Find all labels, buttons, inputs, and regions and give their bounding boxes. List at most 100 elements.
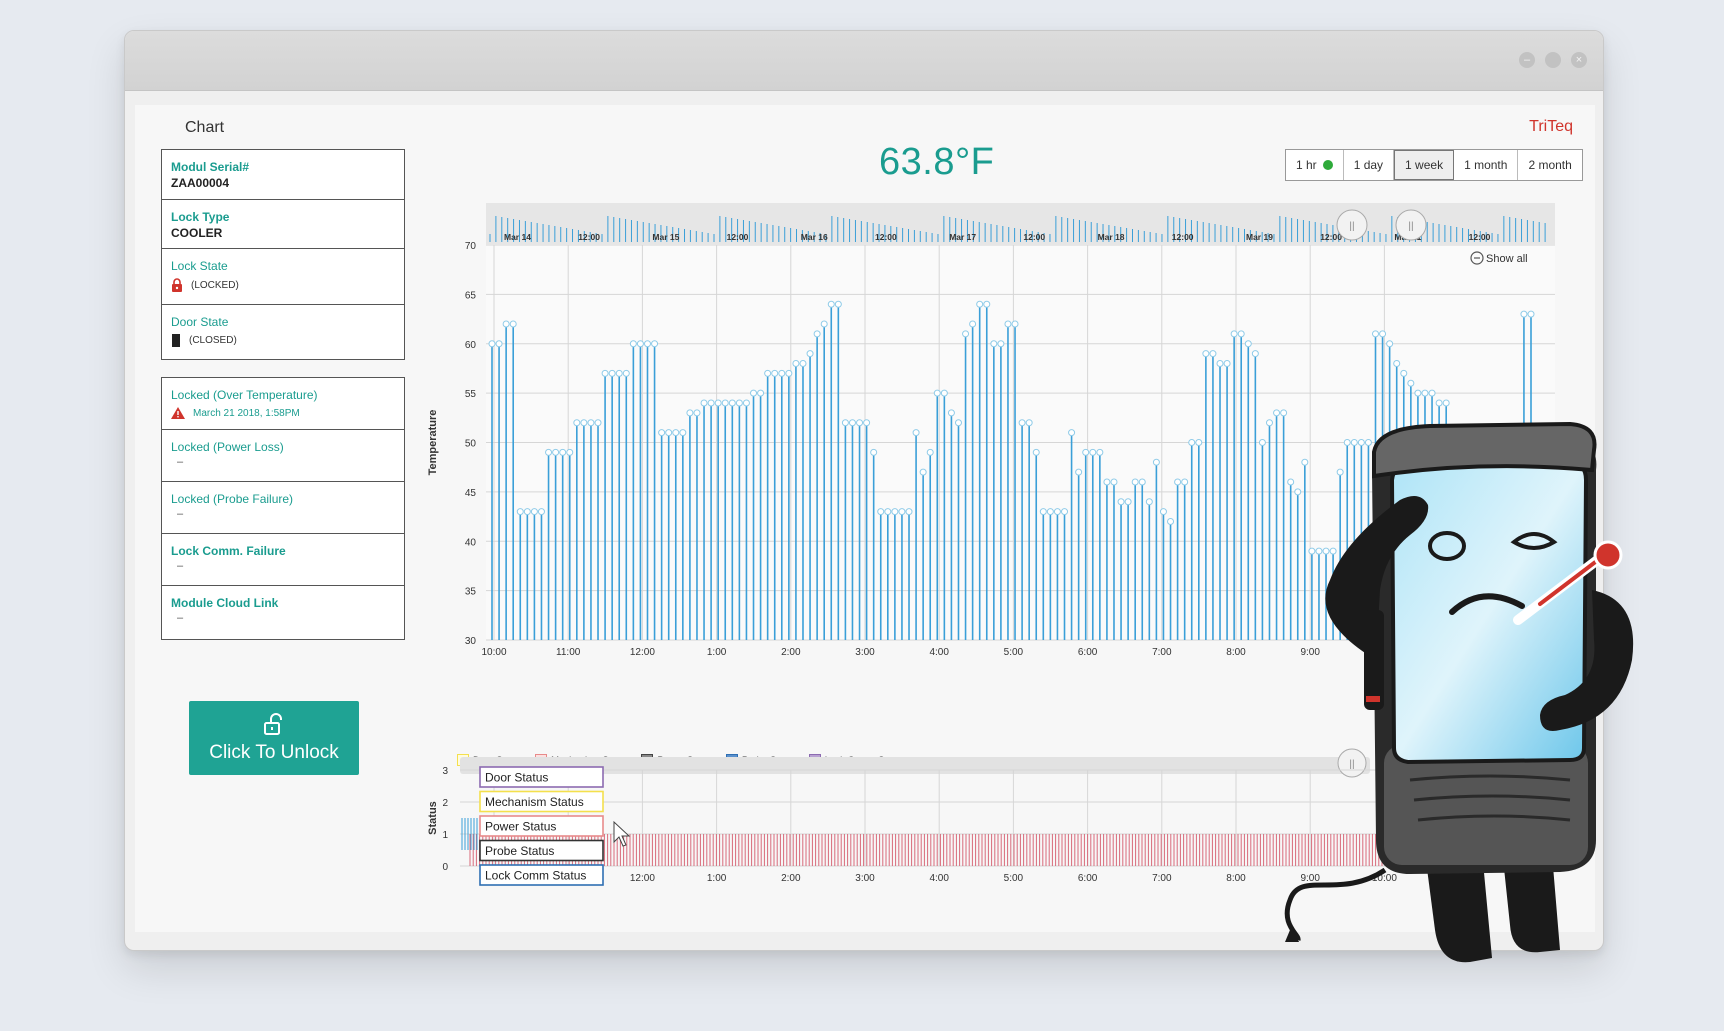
temperature-point[interactable]: [728, 399, 736, 407]
temperature-point[interactable]: [1209, 350, 1217, 358]
temperature-point[interactable]: [1075, 468, 1083, 476]
temperature-point[interactable]: [1301, 458, 1309, 466]
temperature-point[interactable]: [1138, 478, 1146, 486]
temperature-point[interactable]: [750, 389, 758, 397]
temperature-point[interactable]: [757, 389, 765, 397]
temperature-point[interactable]: [997, 340, 1005, 348]
temperature-point[interactable]: [891, 508, 899, 516]
temperature-point[interactable]: [1018, 419, 1026, 427]
temperature-point[interactable]: [672, 429, 680, 437]
temperature-point[interactable]: [1244, 340, 1252, 348]
temperature-point[interactable]: [827, 300, 835, 308]
temperature-point[interactable]: [1442, 399, 1450, 407]
temperature-point[interactable]: [1350, 439, 1358, 446]
temperature-point[interactable]: [785, 369, 793, 377]
temperature-point[interactable]: [884, 508, 892, 516]
temperature-point[interactable]: [1152, 458, 1160, 466]
temperature-point[interactable]: [1202, 350, 1210, 358]
temperature-point[interactable]: [679, 429, 687, 437]
temperature-point[interactable]: [841, 419, 849, 427]
temperature-point[interactable]: [1159, 508, 1167, 516]
temperature-point[interactable]: [919, 468, 927, 476]
temperature-point[interactable]: [1379, 330, 1387, 338]
temperature-point[interactable]: [813, 330, 821, 338]
temperature-point[interactable]: [898, 508, 906, 516]
temperature-point[interactable]: [877, 508, 885, 516]
temperature-point[interactable]: [594, 419, 602, 427]
temperature-point[interactable]: [580, 419, 588, 427]
temperature-point[interactable]: [559, 448, 567, 456]
temperature-point[interactable]: [792, 360, 800, 367]
temperature-point[interactable]: [488, 340, 496, 348]
temperature-point[interactable]: [926, 448, 934, 456]
temperature-point[interactable]: [1520, 310, 1528, 318]
temperature-point[interactable]: [658, 429, 666, 437]
temperature-point[interactable]: [1110, 478, 1118, 486]
temperature-point[interactable]: [1181, 478, 1189, 486]
temperature-point[interactable]: [573, 419, 581, 427]
temperature-point[interactable]: [1372, 330, 1380, 338]
temperature-point[interactable]: [707, 399, 715, 407]
temperature-point[interactable]: [1025, 419, 1033, 427]
temperature-point[interactable]: [721, 399, 729, 407]
temperature-point[interactable]: [700, 399, 708, 407]
temperature-point[interactable]: [1167, 518, 1175, 525]
temperature-point[interactable]: [1032, 448, 1040, 456]
temperature-point[interactable]: [1046, 508, 1054, 516]
temperature-point[interactable]: [1223, 360, 1231, 367]
temperature-point[interactable]: [742, 399, 750, 407]
temperature-point[interactable]: [1421, 389, 1429, 397]
temperature-point[interactable]: [848, 419, 856, 427]
temperature-point[interactable]: [1343, 439, 1351, 446]
temperature-point[interactable]: [969, 320, 977, 328]
temperature-point[interactable]: [1386, 340, 1394, 348]
temperature-point[interactable]: [601, 369, 609, 377]
temperature-point[interactable]: [834, 300, 842, 308]
temperature-point[interactable]: [1195, 439, 1203, 446]
temperature-point[interactable]: [1400, 369, 1408, 377]
temperature-point[interactable]: [1336, 468, 1344, 476]
temperature-point[interactable]: [523, 508, 531, 516]
temperature-point[interactable]: [1364, 439, 1372, 446]
temperature-point[interactable]: [714, 399, 722, 407]
temperature-point[interactable]: [962, 330, 970, 338]
temperature-point[interactable]: [552, 448, 560, 456]
temperature-point[interactable]: [636, 340, 644, 348]
temperature-point[interactable]: [1082, 448, 1090, 456]
temperature-point[interactable]: [1435, 399, 1443, 407]
temperature-point[interactable]: [905, 508, 913, 516]
temperature-point[interactable]: [643, 340, 651, 348]
temperature-point[interactable]: [1393, 360, 1401, 367]
temperature-point[interactable]: [1188, 439, 1196, 446]
temperature-point[interactable]: [545, 448, 553, 456]
temperature-point[interactable]: [1357, 439, 1365, 446]
temperature-point[interactable]: [537, 508, 545, 516]
temperature-point[interactable]: [976, 300, 984, 308]
temperature-point[interactable]: [1407, 379, 1415, 387]
temperature-point[interactable]: [856, 419, 864, 427]
temperature-point[interactable]: [990, 340, 998, 348]
temperature-point[interactable]: [912, 429, 920, 437]
temperature-point[interactable]: [1145, 498, 1153, 506]
temperature-point[interactable]: [509, 320, 517, 328]
temperature-point[interactable]: [516, 508, 524, 516]
temperature-point[interactable]: [693, 409, 701, 417]
temperature-point[interactable]: [947, 409, 955, 417]
temperature-point[interactable]: [1103, 478, 1111, 486]
temperature-point[interactable]: [608, 369, 616, 377]
temperature-point[interactable]: [1053, 508, 1061, 516]
temperature-point[interactable]: [1124, 498, 1132, 506]
temperature-point[interactable]: [1174, 478, 1182, 486]
temperature-point[interactable]: [530, 508, 538, 516]
temperature-point[interactable]: [1096, 448, 1104, 456]
temperature-point[interactable]: [1414, 389, 1422, 397]
temperature-point[interactable]: [665, 429, 673, 437]
temperature-point[interactable]: [686, 409, 694, 417]
temperature-point[interactable]: [1011, 320, 1019, 328]
temperature-point[interactable]: [1287, 478, 1295, 486]
temperature-point[interactable]: [863, 419, 871, 427]
temperature-point[interactable]: [940, 389, 948, 397]
temperature-point[interactable]: [806, 350, 814, 358]
temperature-point[interactable]: [764, 369, 772, 377]
temperature-point[interactable]: [629, 340, 637, 348]
